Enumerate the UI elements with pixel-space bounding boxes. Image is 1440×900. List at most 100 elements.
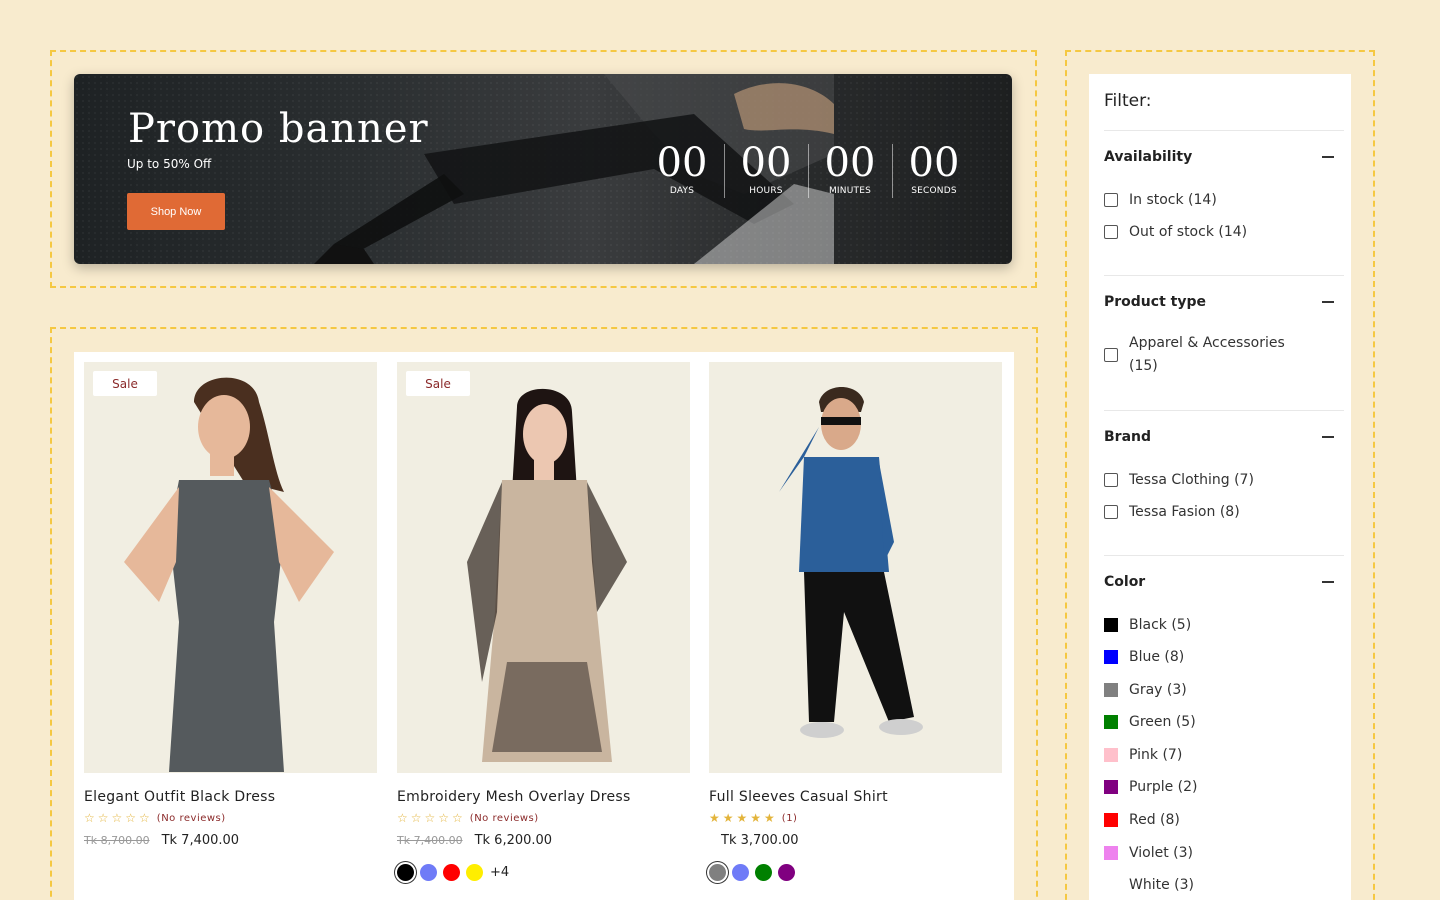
checkbox[interactable] bbox=[1104, 348, 1118, 362]
product-image[interactable]: Sale bbox=[397, 362, 690, 773]
sale-badge bbox=[718, 371, 782, 396]
banner-subtitle: Up to 50% Off bbox=[127, 157, 212, 171]
countdown-value: 00 bbox=[740, 140, 792, 186]
review-count: (1) bbox=[781, 812, 798, 824]
filter-option[interactable]: Apparel & Accessories (15) bbox=[1104, 332, 1344, 378]
product-price: Tk 8,700.00 Tk 7,400.00 bbox=[84, 833, 377, 848]
swatch-purple[interactable] bbox=[778, 864, 795, 881]
filter-panel: Filter: Availability In stock (14) Out o… bbox=[1089, 74, 1351, 900]
color-swatch[interactable] bbox=[1104, 650, 1118, 665]
product-card[interactable]: Sale Elegant Outfit Black Dress ☆☆☆☆☆ (N… bbox=[84, 362, 377, 848]
checkbox[interactable] bbox=[1104, 504, 1118, 519]
shop-now-button[interactable]: Shop Now bbox=[127, 193, 225, 230]
filter-option[interactable]: Tessa Fasion (8) bbox=[1104, 501, 1344, 522]
filter-title: Filter: bbox=[1104, 91, 1152, 111]
color-filter-option[interactable]: Green (5) bbox=[1104, 712, 1344, 733]
filter-brand: Brand Tessa Clothing (7) Tessa Fasion (8… bbox=[1104, 410, 1344, 522]
filter-option[interactable]: Tessa Clothing (7) bbox=[1104, 469, 1344, 490]
filter-option-label: Gray (3) bbox=[1129, 681, 1187, 698]
filter-brand-toggle[interactable]: Brand bbox=[1104, 411, 1344, 463]
countdown-label: MINUTES bbox=[828, 186, 872, 196]
sale-price: Tk 3,700.00 bbox=[721, 833, 799, 848]
checkbox[interactable] bbox=[1104, 224, 1118, 239]
filter-product-type: Product type Apparel & Accessories (15) bbox=[1104, 275, 1344, 378]
filter-option-label: Tessa Clothing (7) bbox=[1129, 471, 1254, 488]
minus-icon[interactable] bbox=[1322, 156, 1334, 158]
more-swatches[interactable]: +4 bbox=[490, 865, 509, 880]
color-filter-option[interactable]: Pink (7) bbox=[1104, 744, 1344, 765]
product-title[interactable]: Full Sleeves Casual Shirt bbox=[709, 789, 1002, 805]
countdown-days: 00 DAYS bbox=[640, 140, 724, 196]
color-filter-option[interactable]: Red (8) bbox=[1104, 810, 1344, 831]
checkbox[interactable] bbox=[1104, 472, 1118, 487]
product-image[interactable]: Sale bbox=[84, 362, 377, 773]
filter-option[interactable]: Out of stock (14) bbox=[1104, 221, 1344, 242]
swatch-black[interactable] bbox=[397, 864, 414, 881]
filter-section-label: Color bbox=[1104, 574, 1146, 590]
color-swatch[interactable] bbox=[1104, 747, 1118, 762]
swatch-red[interactable] bbox=[443, 864, 460, 881]
countdown-label: HOURS bbox=[749, 186, 783, 196]
product-rating: ★★★★★ (1) bbox=[709, 811, 1002, 825]
sale-price: Tk 6,200.00 bbox=[474, 833, 553, 848]
filter-availability-toggle[interactable]: Availability bbox=[1104, 131, 1344, 183]
filter-option-label: Pink (7) bbox=[1129, 746, 1183, 763]
color-filter-option[interactable]: White (3) bbox=[1104, 875, 1344, 896]
review-count: (No reviews) bbox=[156, 812, 226, 824]
color-swatch[interactable] bbox=[1104, 878, 1118, 893]
compare-price: Tk 7,400.00 bbox=[397, 834, 463, 847]
banner-title: Promo banner bbox=[128, 106, 429, 152]
color-swatch[interactable] bbox=[1104, 813, 1118, 828]
countdown-value: 00 bbox=[656, 140, 708, 186]
color-swatch[interactable] bbox=[1104, 617, 1118, 632]
countdown-hours: 00 HOURS bbox=[724, 140, 808, 198]
product-title[interactable]: Elegant Outfit Black Dress bbox=[84, 789, 377, 805]
product-title[interactable]: Embroidery Mesh Overlay Dress bbox=[397, 789, 690, 805]
product-card[interactable]: Full Sleeves Casual Shirt ★★★★★ (1) Tk 3… bbox=[709, 362, 1002, 881]
filter-color: Color Black (5) Blue (8) Gray (3) Green (5)… bbox=[1104, 555, 1344, 896]
filter-option[interactable]: In stock (14) bbox=[1104, 189, 1344, 210]
countdown-timer: 00 DAYS 00 HOURS 00 MINUTES 00 SECONDS bbox=[640, 140, 976, 198]
color-filter-option[interactable]: Black (5) bbox=[1104, 614, 1344, 635]
sale-price: Tk 7,400.00 bbox=[161, 833, 240, 848]
color-filter-option[interactable]: Blue (8) bbox=[1104, 647, 1344, 668]
filter-option-label: Apparel & Accessories (15) bbox=[1129, 335, 1285, 374]
swatch-green[interactable] bbox=[755, 864, 772, 881]
countdown-value: 00 bbox=[908, 140, 960, 186]
checkbox[interactable] bbox=[1104, 192, 1118, 207]
filter-product-type-toggle[interactable]: Product type bbox=[1104, 276, 1344, 328]
product-card[interactable]: Sale Embroidery Mesh Overlay Dress ☆☆☆☆☆… bbox=[397, 362, 690, 881]
countdown-value: 00 bbox=[824, 140, 876, 186]
filter-section-label: Product type bbox=[1104, 294, 1206, 310]
color-swatch[interactable] bbox=[1104, 845, 1118, 860]
filter-option-label: Black (5) bbox=[1129, 616, 1192, 633]
product-image[interactable] bbox=[709, 362, 1002, 773]
color-swatch[interactable] bbox=[1104, 715, 1118, 730]
product-rating: ☆☆☆☆☆ (No reviews) bbox=[84, 811, 377, 825]
swatch-blue[interactable] bbox=[732, 864, 749, 881]
minus-icon[interactable] bbox=[1322, 581, 1334, 583]
filter-option-label: Violet (3) bbox=[1129, 844, 1193, 861]
color-swatch[interactable] bbox=[1104, 780, 1118, 795]
filter-section-label: Brand bbox=[1104, 429, 1152, 445]
color-swatch[interactable] bbox=[1104, 682, 1118, 697]
filter-availability: Availability In stock (14) Out of stock … bbox=[1104, 130, 1344, 242]
filter-option-label: Green (5) bbox=[1129, 714, 1196, 731]
filter-option-label: White (3) bbox=[1129, 877, 1194, 894]
color-filter-option[interactable]: Gray (3) bbox=[1104, 679, 1344, 700]
filter-option-label: In stock (14) bbox=[1129, 191, 1217, 208]
color-filter-option[interactable]: Purple (2) bbox=[1104, 777, 1344, 798]
filter-option-label: Tessa Fasion (8) bbox=[1129, 503, 1240, 520]
minus-icon[interactable] bbox=[1322, 436, 1334, 438]
filter-section-label: Availability bbox=[1104, 149, 1193, 165]
swatch-yellow[interactable] bbox=[466, 864, 483, 881]
swatch-gray[interactable] bbox=[709, 864, 726, 881]
color-swatches bbox=[709, 864, 1002, 881]
filter-option-label: Blue (8) bbox=[1129, 649, 1185, 666]
filter-color-toggle[interactable]: Color bbox=[1104, 556, 1344, 608]
color-filter-option[interactable]: Violet (3) bbox=[1104, 842, 1344, 863]
countdown-seconds: 00 SECONDS bbox=[892, 140, 976, 198]
swatch-blue[interactable] bbox=[420, 864, 437, 881]
minus-icon[interactable] bbox=[1322, 301, 1334, 303]
product-rating: ☆☆☆☆☆ (No reviews) bbox=[397, 811, 690, 825]
